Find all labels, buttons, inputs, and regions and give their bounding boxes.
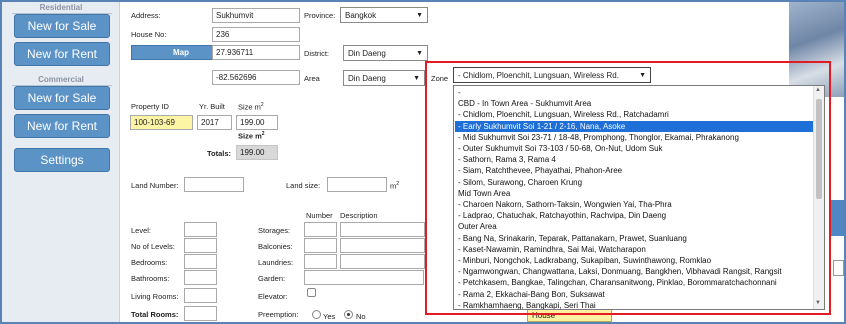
storages-number-input[interactable]	[304, 222, 337, 237]
highlight-box	[425, 61, 831, 315]
balconies-label: Balconies:	[258, 242, 293, 251]
province-label: Province:	[304, 11, 336, 20]
living-rooms-label: Living Rooms:	[131, 292, 179, 301]
totals-value: 199.00	[236, 145, 278, 160]
bathrooms-input[interactable]	[184, 270, 217, 285]
sidebar: Residential New for Sale New for Rent Co…	[2, 2, 120, 322]
size-input[interactable]: 199.00	[236, 115, 278, 130]
preemption-yes-radio[interactable]	[312, 310, 321, 319]
yr-built-input[interactable]: 2017	[197, 115, 232, 130]
district-select[interactable]: Din Daeng ▼	[343, 45, 428, 61]
storages-label: Storages:	[258, 226, 291, 235]
house-no-input[interactable]: 236	[212, 27, 300, 42]
address-input[interactable]: Sukhumvit	[212, 8, 300, 23]
longitude-input[interactable]: -82.562696	[212, 70, 300, 85]
residential-heading: Residential	[39, 3, 83, 12]
laundries-number-input[interactable]	[304, 254, 337, 269]
commercial-new-for-sale-button[interactable]: New for Sale	[14, 86, 110, 110]
balconies-number-input[interactable]	[304, 238, 337, 253]
storages-description-input[interactable]	[340, 222, 425, 237]
province-select[interactable]: Bangkok ▼	[340, 7, 428, 23]
land-unit-label: m2	[390, 181, 400, 191]
address-label: Address:	[131, 11, 161, 20]
laundries-label: Laundries:	[258, 258, 294, 267]
elevator-label: Elevator:	[258, 292, 288, 301]
preemption-no-radio[interactable]	[344, 310, 353, 319]
bedrooms-label: Bedrooms:	[131, 258, 168, 267]
total-rooms-input[interactable]	[184, 306, 217, 321]
property-id-label: Property ID	[131, 102, 169, 111]
house-no-label: House No:	[131, 30, 167, 39]
bedrooms-input[interactable]	[184, 254, 217, 269]
land-size-input[interactable]	[327, 177, 387, 192]
preemption-yes-label: Yes	[323, 312, 336, 321]
land-number-label: Land Number:	[131, 181, 179, 190]
totals-label: Totals:	[207, 149, 232, 158]
level-label: Level:	[131, 226, 152, 235]
size2-label: Size m2	[238, 131, 265, 141]
total-rooms-label: Total Rooms:	[131, 310, 179, 319]
land-number-input[interactable]	[184, 177, 244, 192]
area-select[interactable]: Din Daeng ▼	[343, 70, 425, 86]
preemption-label: Preemption:	[258, 310, 299, 319]
side-panel-button[interactable]	[831, 200, 844, 236]
latitude-input[interactable]: 27.936711	[212, 45, 300, 60]
land-size-label: Land size:	[286, 181, 321, 190]
number-column-header: Number	[306, 211, 333, 220]
area-label: Area	[304, 74, 320, 83]
settings-button[interactable]: Settings	[14, 148, 110, 172]
size-label: Size m2	[238, 102, 264, 112]
living-rooms-input[interactable]	[184, 288, 217, 303]
commercial-new-for-rent-button[interactable]: New for Rent	[14, 114, 110, 138]
elevator-checkbox[interactable]	[307, 288, 316, 297]
side-select[interactable]	[833, 260, 844, 276]
residential-new-for-rent-button[interactable]: New for Rent	[14, 42, 110, 66]
chevron-down-icon: ▼	[416, 50, 423, 57]
property-id-input[interactable]: 100-103-69	[130, 115, 193, 130]
no-of-levels-label: No of Levels:	[131, 242, 175, 251]
garden-label: Garden:	[258, 274, 286, 283]
description-column-header: Description	[340, 211, 378, 220]
chevron-down-icon: ▼	[413, 75, 420, 82]
residential-new-for-sale-button[interactable]: New for Sale	[14, 14, 110, 38]
garden-input[interactable]	[304, 270, 424, 285]
preemption-no-label: No	[356, 312, 366, 321]
no-of-levels-input[interactable]	[184, 238, 217, 253]
balconies-description-input[interactable]	[340, 238, 425, 253]
bathrooms-label: Bathrooms:	[131, 274, 170, 283]
laundries-description-input[interactable]	[340, 254, 425, 269]
commercial-heading: Commercial	[38, 75, 84, 84]
chevron-down-icon: ▼	[416, 12, 423, 19]
yr-built-label: Yr. Built	[199, 102, 225, 111]
level-input[interactable]	[184, 222, 217, 237]
district-label: District:	[304, 49, 329, 58]
